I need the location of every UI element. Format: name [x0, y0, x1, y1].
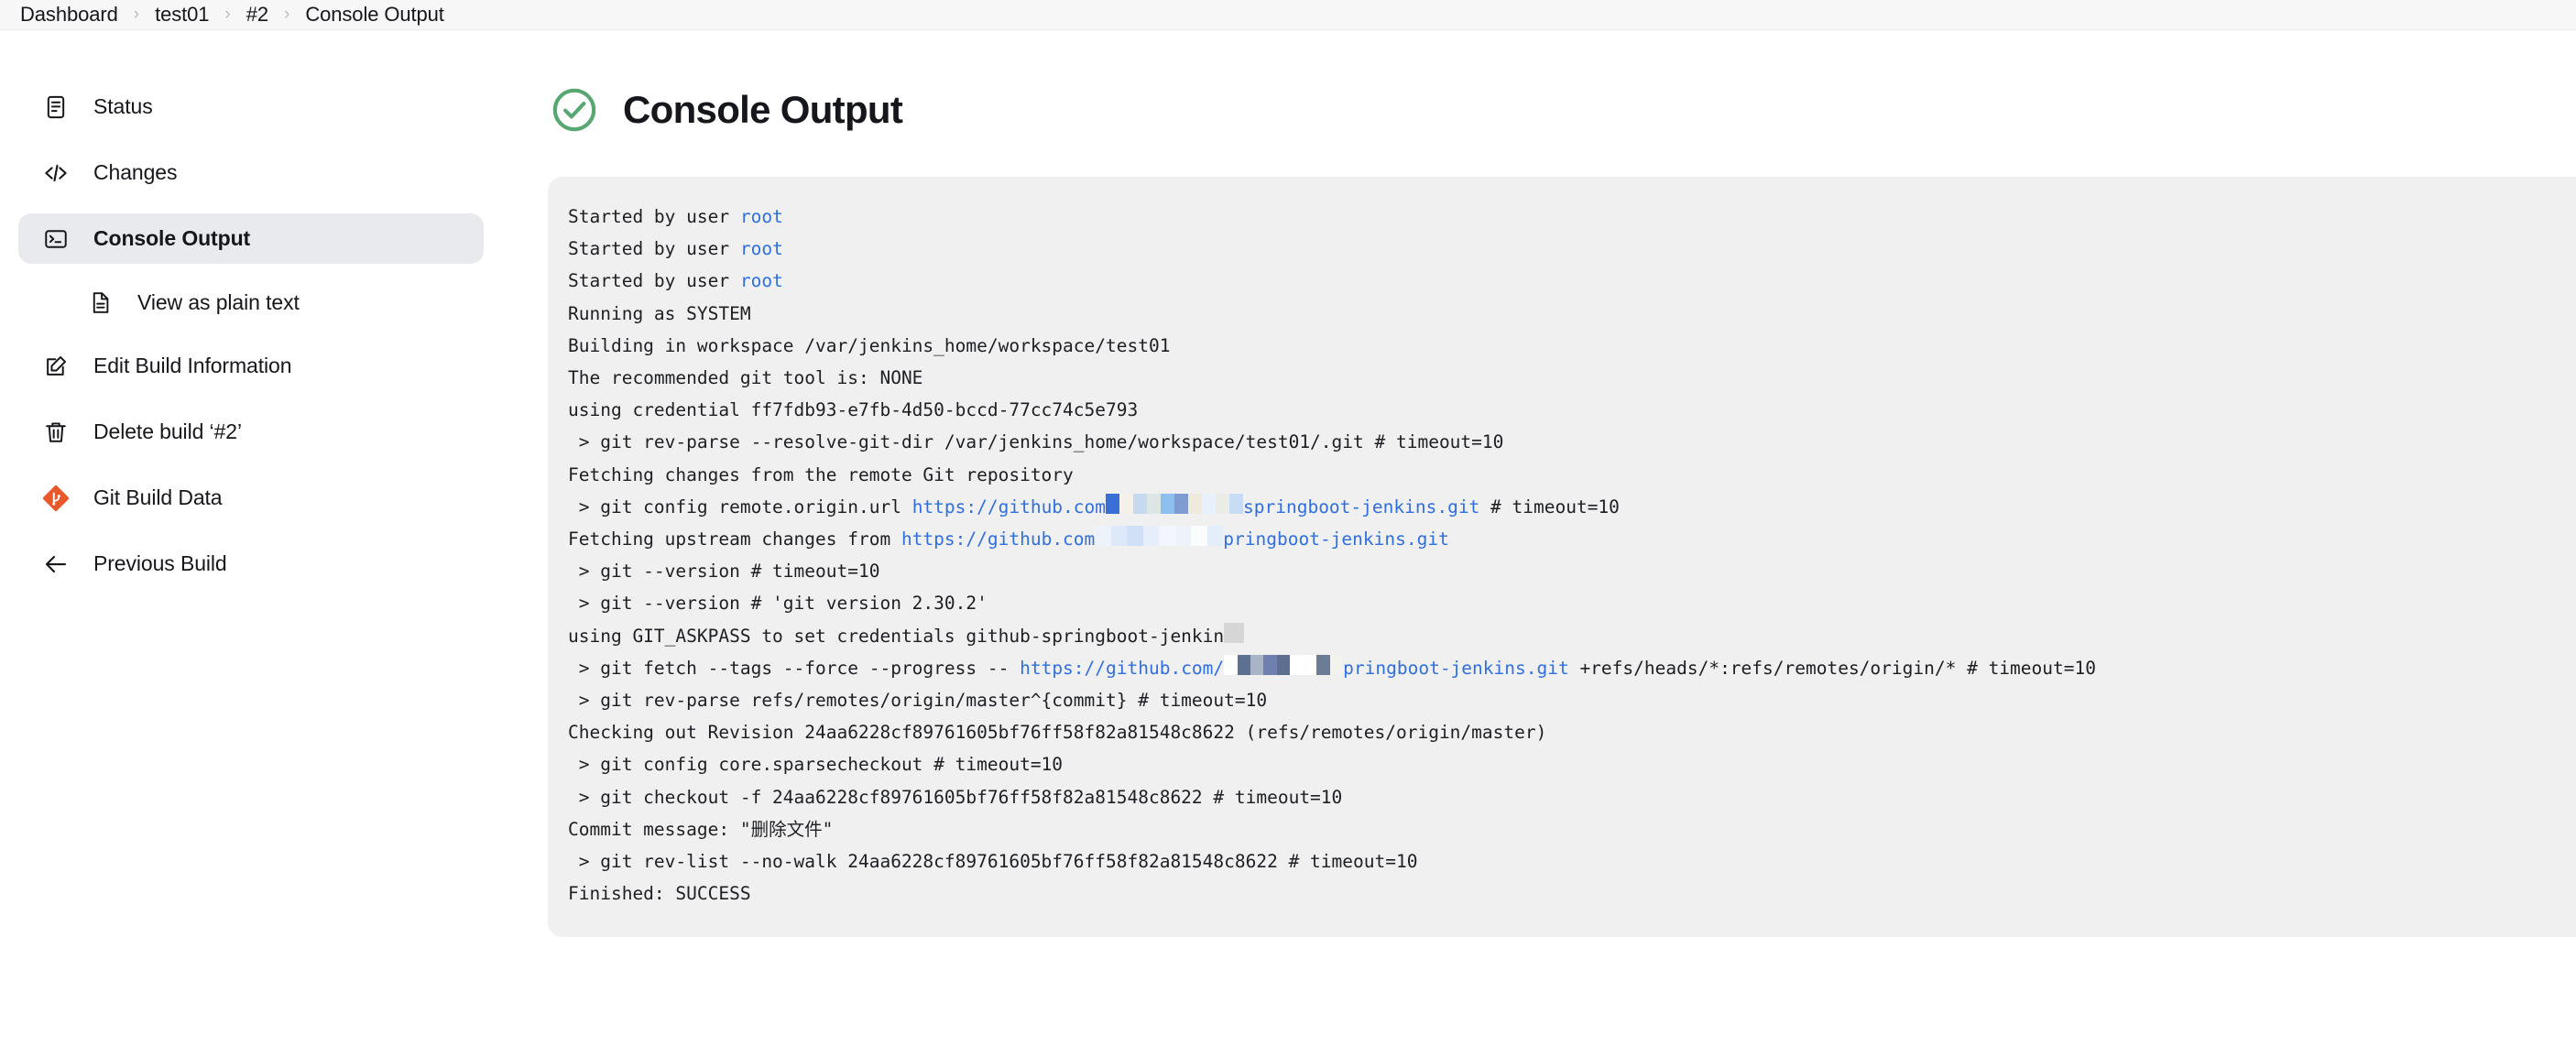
console-line: Fetching upstream changes from https://g…	[568, 523, 2576, 555]
redacted-block	[1224, 654, 1344, 675]
console-link[interactable]: pringboot-jenkins.git	[1223, 528, 1449, 550]
console-output-log[interactable]: Started by user root Started by user root…	[548, 177, 2576, 938]
sidebar-item-git-build-data[interactable]: Git Build Data	[18, 473, 484, 523]
breadcrumb-separator-icon: ›	[284, 4, 290, 24]
sidebar-item-delete-build[interactable]: Delete build ‘#2’	[18, 407, 484, 457]
breadcrumb: Dashboard › test01 › #2 › Console Output	[0, 0, 2576, 30]
console-text: > git fetch --tags --force --progress --	[568, 657, 1021, 679]
page-title: Console Output	[623, 88, 903, 131]
breadcrumb-item-dashboard[interactable]: Dashboard	[20, 3, 118, 27]
sidebar-item-label: Status	[93, 94, 153, 118]
sidebar-item-label: Changes	[93, 160, 178, 184]
console-text: Commit message: "删除文件"	[568, 818, 834, 840]
console-line: > git --version # timeout=10	[568, 555, 2576, 587]
page-title-row: Console Output	[548, 85, 2576, 135]
console-text: Building in workspace /var/jenkins_home/…	[568, 334, 1171, 356]
console-text: # timeout=10	[1479, 496, 1620, 518]
success-check-circle-icon	[550, 85, 599, 135]
breadcrumb-separator-icon: ›	[133, 4, 140, 24]
console-link[interactable]: root	[740, 238, 783, 259]
console-line: Started by user root	[568, 201, 2576, 233]
console-link[interactable]: springboot-jenkins.git	[1243, 496, 1479, 518]
console-text: Running as SYSTEM	[568, 302, 751, 324]
sidebar-item-view-as-plain-text[interactable]: View as plain text	[62, 279, 484, 325]
console-text: > git --version # timeout=10	[568, 561, 880, 583]
sidebar-item-label: Delete build ‘#2’	[93, 419, 242, 443]
terminal-icon	[42, 225, 70, 253]
console-text: Fetching upstream changes from	[568, 528, 901, 550]
redacted-block	[1095, 526, 1224, 547]
redacted-block	[1224, 622, 1245, 643]
sidebar-item-previous-build[interactable]: Previous Build	[18, 539, 484, 589]
console-link[interactable]: https://github.com	[901, 528, 1095, 550]
console-line: Started by user root	[568, 265, 2576, 297]
console-text: Checking out Revision 24aa6228cf89761605…	[568, 722, 1547, 744]
console-line: > git checkout -f 24aa6228cf89761605bf76…	[568, 781, 2576, 813]
breadcrumb-item-build-number[interactable]: #2	[246, 3, 268, 27]
document-lines-icon	[42, 93, 70, 121]
console-line: > git rev-parse --resolve-git-dir /var/j…	[568, 426, 2576, 458]
console-line: > git rev-parse refs/remotes/origin/mast…	[568, 684, 2576, 716]
console-text: > git rev-parse refs/remotes/origin/mast…	[568, 690, 1268, 712]
sidebar: Status Changes Console Output View as pl…	[0, 30, 548, 1046]
console-line: > git config remote.origin.url https://g…	[568, 491, 2576, 523]
sidebar-item-label: Console Output	[93, 226, 251, 250]
console-text: > git --version # 'git version 2.30.2'	[568, 593, 988, 615]
console-text: Started by user	[568, 270, 740, 292]
console-text: > git checkout -f 24aa6228cf89761605bf76…	[568, 786, 1343, 808]
console-line: > git fetch --tags --force --progress --…	[568, 652, 2576, 684]
console-line: Started by user root	[568, 233, 2576, 265]
file-text-icon	[86, 289, 114, 316]
console-text: Started by user	[568, 206, 740, 227]
console-text: using GIT_ASKPASS to set credentials git…	[568, 625, 1225, 647]
console-link[interactable]: pringboot-jenkins.git	[1343, 658, 1569, 679]
console-text: > git config core.sparsecheckout # timeo…	[568, 754, 1064, 776]
sidebar-item-edit-build-information[interactable]: Edit Build Information	[18, 341, 484, 391]
console-text: Started by user	[568, 238, 740, 260]
console-text: +refs/heads/*:refs/remotes/origin/* # ti…	[1568, 657, 2096, 679]
sidebar-item-console-output[interactable]: Console Output	[18, 213, 484, 264]
console-line: Fetching changes from the remote Git rep…	[568, 459, 2576, 491]
trash-icon	[42, 419, 70, 446]
main-content: Console Output Started by user root Start…	[548, 30, 2576, 1046]
console-line: > git config core.sparsecheckout # timeo…	[568, 748, 2576, 780]
console-line: The recommended git tool is: NONE	[568, 362, 2576, 394]
edit-pencil-icon	[42, 353, 70, 380]
console-text: The recommended git tool is: NONE	[568, 367, 923, 389]
breadcrumb-item-test01[interactable]: test01	[155, 3, 209, 27]
console-line: using GIT_ASKPASS to set credentials git…	[568, 620, 2576, 652]
console-link[interactable]: root	[740, 206, 783, 227]
breadcrumb-item-console-output[interactable]: Console Output	[305, 3, 444, 27]
git-diamond-icon	[42, 485, 70, 512]
console-text: Fetching changes from the remote Git rep…	[568, 463, 1074, 485]
console-link[interactable]: https://github.com/	[1020, 658, 1224, 679]
code-brackets-icon	[42, 159, 70, 187]
sidebar-item-label: Edit Build Information	[93, 354, 292, 377]
console-line: > git --version # 'git version 2.30.2'	[568, 587, 2576, 619]
sidebar-item-label: View as plain text	[137, 289, 300, 314]
console-text: > git config remote.origin.url	[568, 496, 912, 518]
console-line: Building in workspace /var/jenkins_home/…	[568, 330, 2576, 362]
sidebar-item-status[interactable]: Status	[18, 82, 484, 132]
breadcrumb-separator-icon: ›	[224, 4, 231, 24]
sidebar-item-changes[interactable]: Changes	[18, 147, 484, 198]
sidebar-item-label: Previous Build	[93, 551, 227, 575]
console-line: using credential ff7fdb93-e7fb-4d50-bccd…	[568, 394, 2576, 426]
sidebar-item-label: Git Build Data	[93, 485, 223, 509]
console-line: Checking out Revision 24aa6228cf89761605…	[568, 716, 2576, 748]
arrow-left-icon	[42, 550, 70, 578]
console-text: using credential ff7fdb93-e7fb-4d50-bccd…	[568, 399, 1139, 421]
console-line: > git rev-list --no-walk 24aa6228cf89761…	[568, 845, 2576, 877]
console-link[interactable]: root	[740, 270, 783, 291]
redacted-block	[1106, 493, 1244, 514]
console-text: Finished: SUCCESS	[568, 883, 751, 905]
console-line: Finished: SUCCESS	[568, 877, 2576, 910]
console-text: > git rev-parse --resolve-git-dir /var/j…	[568, 431, 1504, 453]
console-line: Commit message: "删除文件"	[568, 813, 2576, 845]
console-line: Running as SYSTEM	[568, 298, 2576, 330]
console-text: > git rev-list --no-walk 24aa6228cf89761…	[568, 851, 1418, 873]
console-link[interactable]: https://github.com	[912, 496, 1106, 518]
